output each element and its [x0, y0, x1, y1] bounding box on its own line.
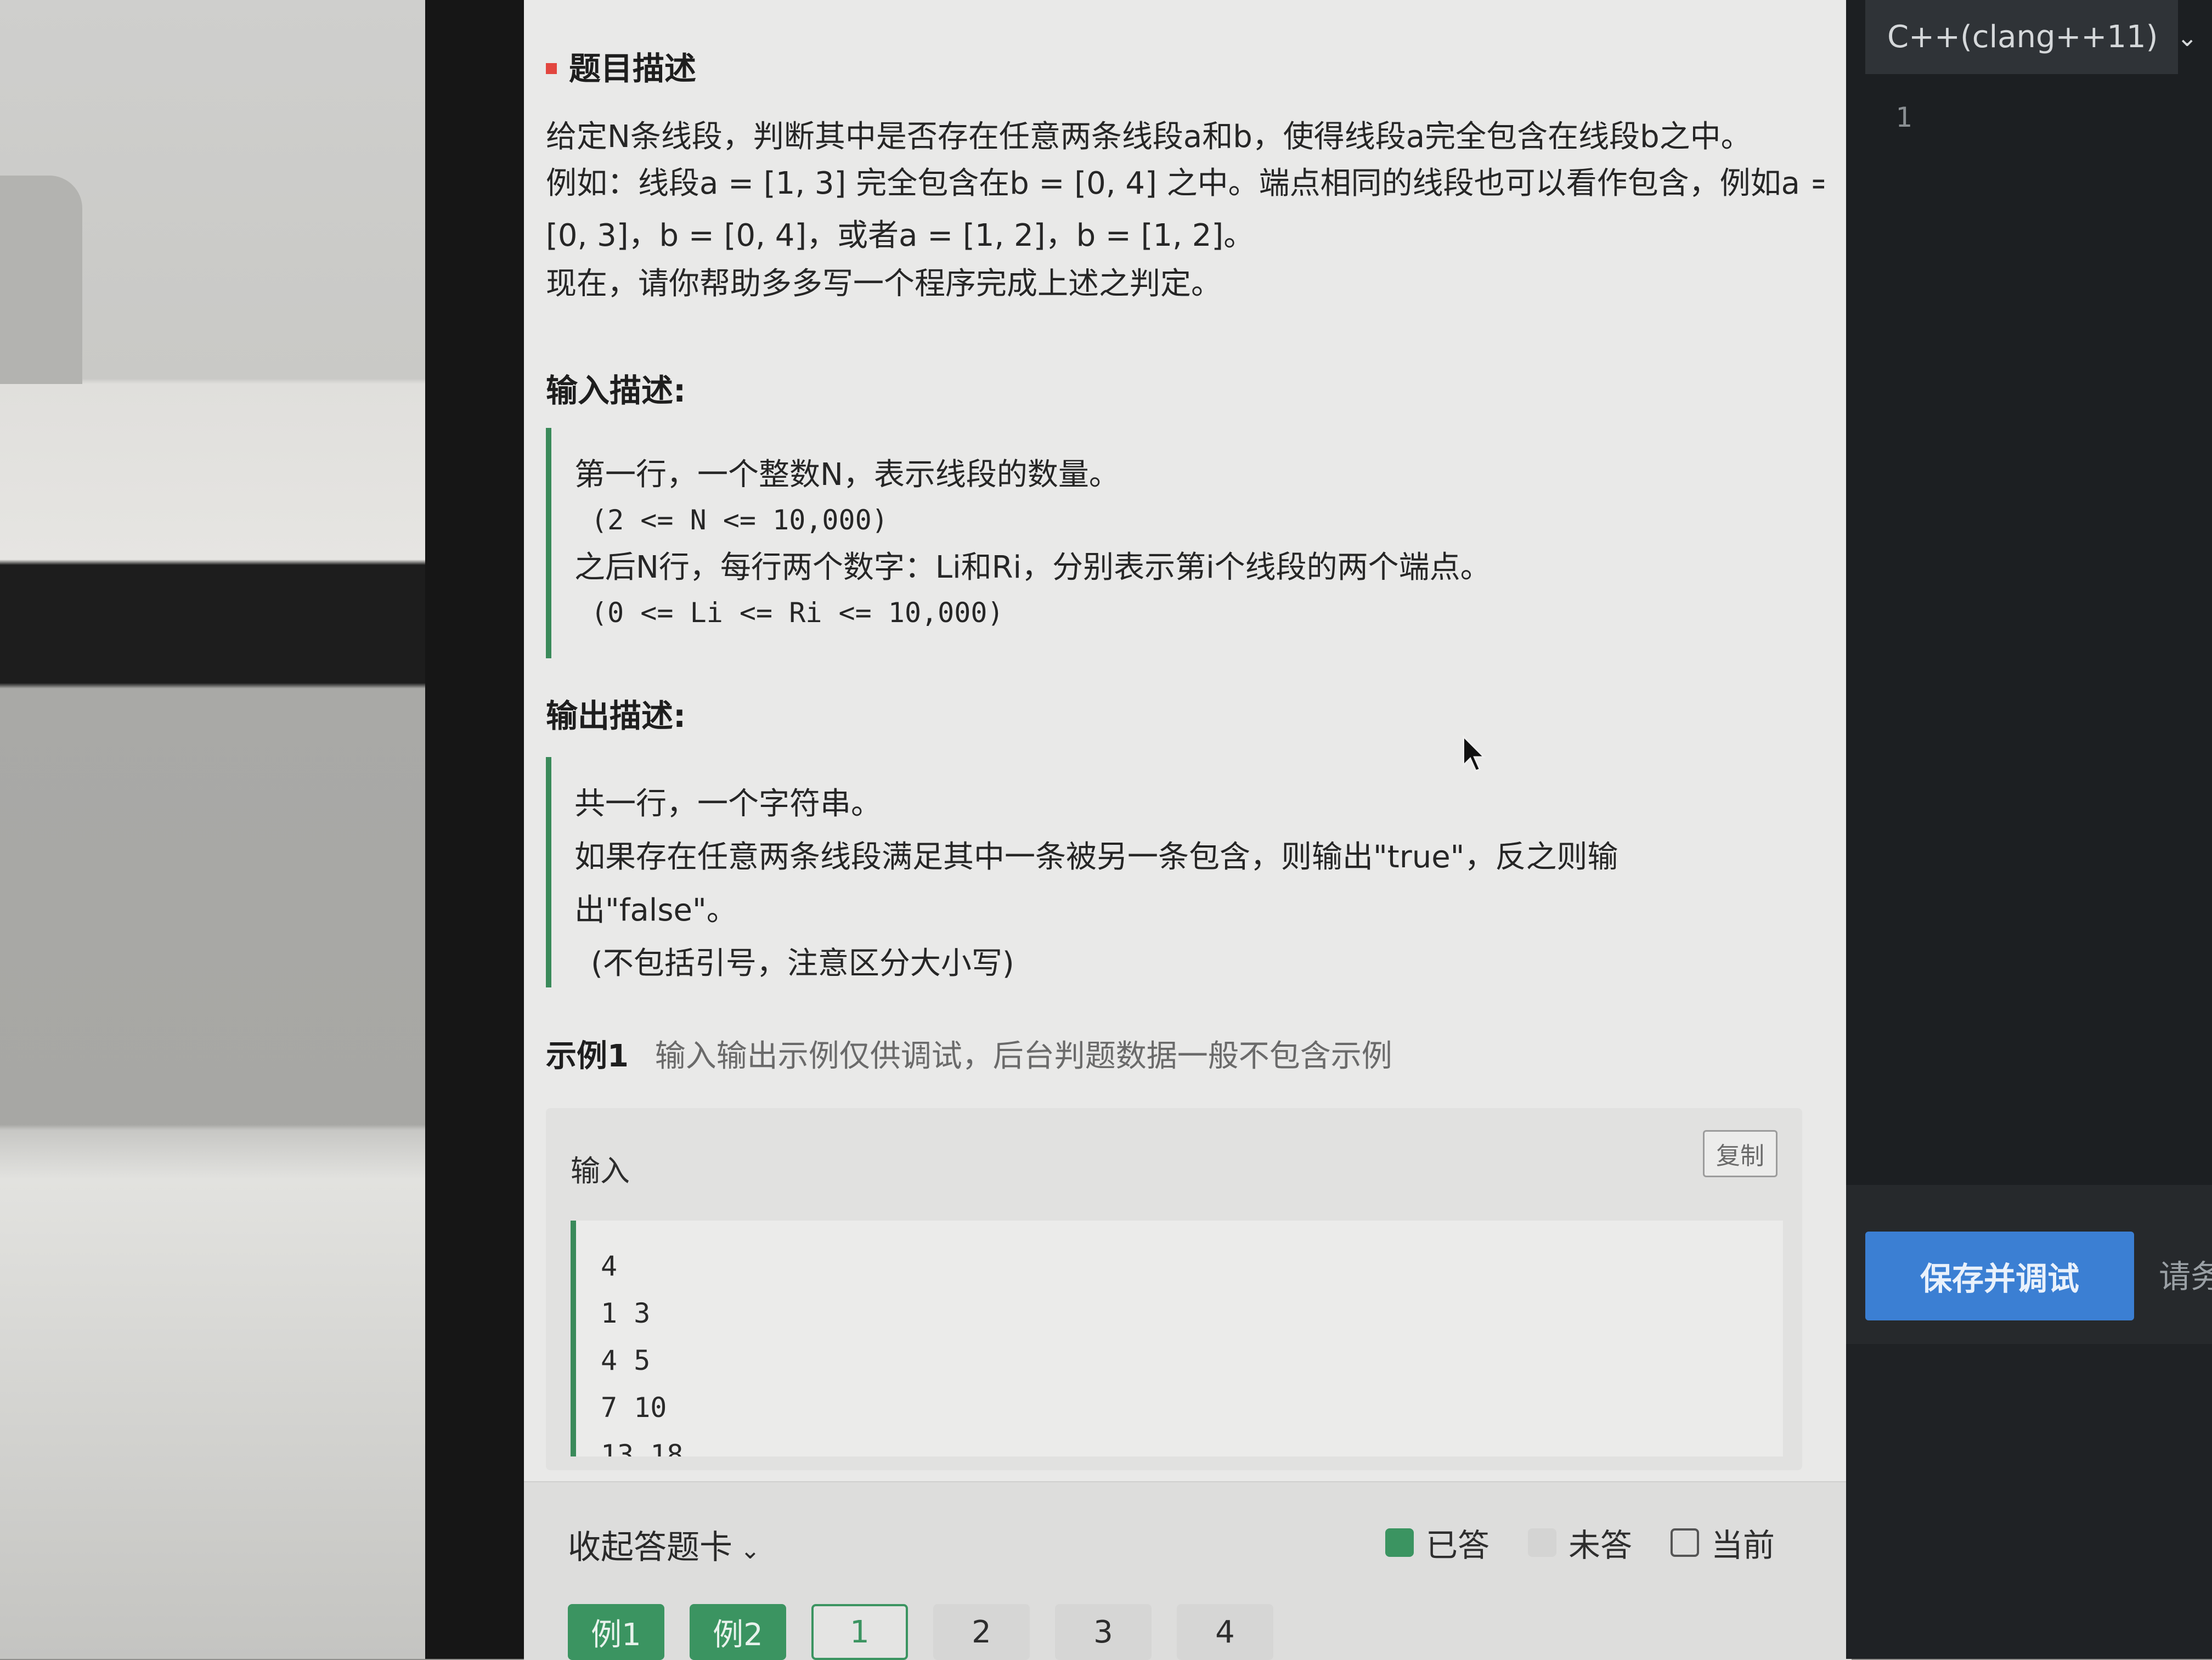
save-and-debug-button[interactable]: 保存并调试 [1865, 1232, 2134, 1320]
chevron-down-icon: ⌄ [2176, 22, 2198, 52]
code-line: 1 3 [601, 1297, 651, 1329]
example-box: 输入 复制 4 1 3 4 5 7 10 13 18 [546, 1108, 1802, 1470]
question-tabs: 例1 例2 1 2 3 4 [568, 1604, 1299, 1660]
description-line: [0, 3]，b = [0, 4]，或者a = [1, 2]，b = [1, 2… [546, 218, 1255, 253]
language-label: C++(clang++11) [1887, 19, 2158, 55]
description-line: 例如：线段a = [1, 3] 完全包含在b = [0, 4] 之中。端点相同的… [546, 166, 1824, 201]
example-title: 示例1 [546, 1038, 629, 1074]
language-select[interactable]: C++(clang++11) ⌄ [1865, 0, 2198, 74]
legend-unanswered: 未答 [1527, 1520, 1632, 1566]
tab-question-2[interactable]: 2 [933, 1604, 1030, 1660]
answer-card: 收起答题卡 ⌄ 已答 未答 当前 例1 例2 1 2 3 4 [524, 1481, 1852, 1660]
collapse-label: 收起答题卡 [568, 1528, 732, 1567]
copy-button[interactable]: 复制 [1703, 1130, 1778, 1177]
legend-current: 当前 [1670, 1520, 1775, 1566]
output-heading: 输出描述: [546, 697, 686, 735]
editor-panel: C++(clang++11) ⌄ 1 保存并调试 请务 [1846, 0, 2212, 1659]
unanswered-swatch-icon [1527, 1528, 1556, 1557]
output-line: (不包括引号，注意区分大小写) [591, 946, 1014, 981]
tab-question-1[interactable]: 1 [811, 1604, 908, 1660]
problem-scroll-area[interactable]: 题目描述 给定N条线段，判断其中是否存在任意两条线段a和b，使得线段a完全包含在… [524, 0, 1824, 1481]
code-line: 4 [601, 1250, 618, 1282]
answered-swatch-icon [1385, 1528, 1414, 1557]
chevron-down-icon: ⌄ [740, 1537, 760, 1565]
code-line: 7 10 [601, 1392, 667, 1424]
legend-answered: 已答 [1385, 1520, 1489, 1566]
description-line: 现在，请你帮助多多写一个程序完成上述之判定。 [546, 266, 1222, 302]
input-line: 之后N行，每行两个数字：Li和Ri，分别表示第i个线段的两个端点。 [574, 550, 1491, 585]
tab-example-1[interactable]: 例1 [568, 1604, 664, 1660]
input-constraint: (0 <= Li <= Ri <= 10,000) [591, 597, 1004, 629]
monitor-bezel [425, 0, 532, 1659]
input-description-block: 第一行，一个整数N，表示线段的数量。 (2 <= N <= 10,000) 之后… [546, 428, 1491, 658]
example-note: 输入输出示例仅供调试，后台判题数据一般不包含示例 [654, 1038, 1392, 1074]
code-editor[interactable]: C++(clang++11) ⌄ 1 [1846, 0, 2212, 1185]
title-marker [546, 63, 557, 74]
background-lamp [0, 176, 82, 384]
problem-panel: 题目描述 给定N条线段，判断其中是否存在任意两条线段a和b，使得线段a完全包含在… [524, 0, 1852, 1660]
output-line: 如果存在任意两条线段满足其中一条被另一条包含，则输出"true"，反之则输 [574, 839, 1618, 875]
answer-legend: 已答 未答 当前 [1347, 1520, 1775, 1566]
tab-question-3[interactable]: 3 [1055, 1604, 1152, 1660]
code-line: 13 18 [601, 1439, 684, 1456]
tab-question-4[interactable]: 4 [1177, 1604, 1273, 1660]
input-line: 第一行，一个整数N，表示线段的数量。 [574, 457, 1120, 493]
mouse-cursor-icon [1463, 735, 1486, 772]
line-number: 1 [1895, 101, 1912, 133]
example-header: 示例1 输入输出示例仅供调试，后台判题数据一般不包含示例 [546, 1031, 1392, 1076]
code-line: 4 5 [601, 1345, 651, 1376]
current-swatch-icon [1670, 1528, 1699, 1557]
description-line: 给定N条线段，判断其中是否存在任意两条线段a和b，使得线段a完全包含在线段b之中… [546, 119, 1752, 155]
input-constraint: (2 <= N <= 10,000) [591, 504, 888, 536]
tab-example-2[interactable]: 例2 [690, 1604, 786, 1660]
input-heading: 输入描述: [546, 372, 686, 409]
output-line: 共一行，一个字符串。 [574, 786, 882, 822]
output-line: 出"false"。 [574, 893, 737, 928]
hint-text: 请务 [2159, 1258, 2212, 1295]
collapse-answer-card-button[interactable]: 收起答题卡 ⌄ [568, 1521, 760, 1568]
example-input-code: 4 1 3 4 5 7 10 13 18 [571, 1221, 1783, 1456]
output-description-block: 共一行，一个字符串。 如果存在任意两条线段满足其中一条被另一条包含，则输出"tr… [546, 757, 1618, 987]
description-heading: 题目描述 [546, 43, 696, 89]
example-input-label: 输入 [571, 1154, 630, 1188]
